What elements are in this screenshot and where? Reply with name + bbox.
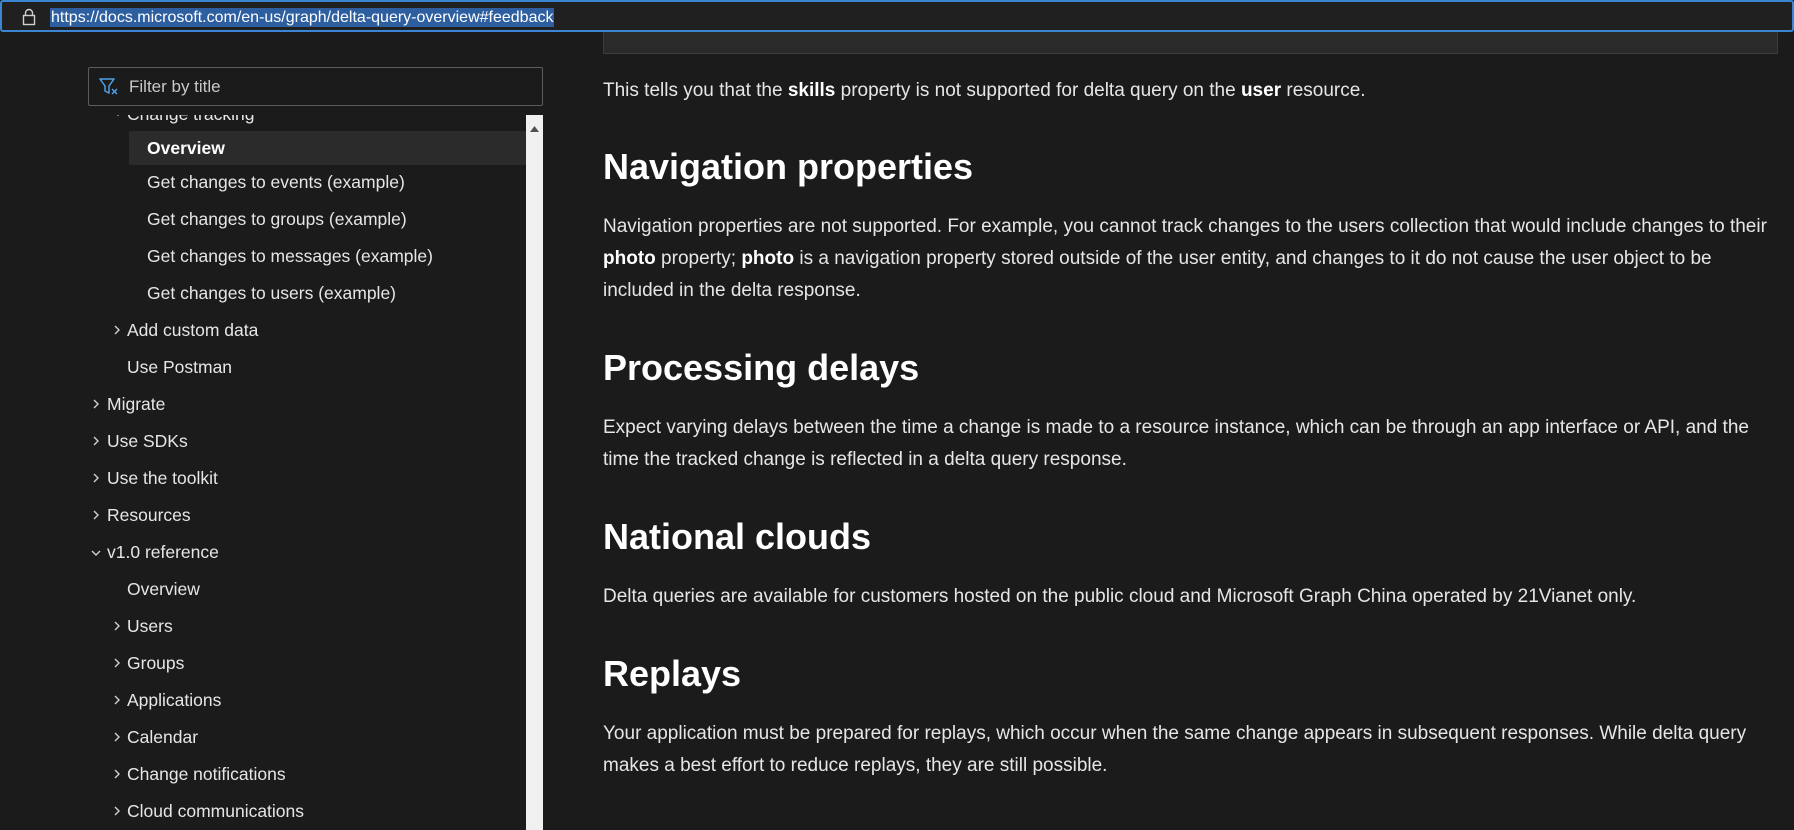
chevron-right-icon <box>113 313 125 347</box>
chevron-right-icon <box>92 387 104 421</box>
chevron-right-icon <box>92 461 104 495</box>
toc-item-label: Change notifications <box>127 764 286 784</box>
toc-item-change-tracking[interactable]: Change tracking <box>88 115 526 131</box>
toc-item-label: Use the toolkit <box>107 468 218 488</box>
toc-item-label: Get changes to messages (example) <box>147 246 433 266</box>
toc-item-resources[interactable]: Resources <box>88 498 526 532</box>
toc-item-label: Get changes to events (example) <box>147 172 405 192</box>
chevron-down-icon <box>113 115 125 131</box>
toc-scrollbar[interactable] <box>526 115 543 830</box>
toc-item-label: Groups <box>127 653 185 673</box>
toc-item-label: Use SDKs <box>107 431 188 451</box>
toc-item-users[interactable]: Users <box>88 609 526 643</box>
heading-national-clouds: National clouds <box>603 516 872 557</box>
chevron-right-icon <box>113 683 125 717</box>
toc-item-label: Get changes to users (example) <box>147 283 397 303</box>
chevron-right-icon <box>113 646 125 680</box>
toc-item-label: Applications <box>127 690 222 710</box>
toc-item-add-custom-data[interactable]: Add custom data <box>88 313 526 347</box>
lock-icon <box>22 8 36 26</box>
toc-item-use-toolkit[interactable]: Use the toolkit <box>88 461 526 495</box>
article-content: This tells you that the skills property … <box>603 32 1783 830</box>
toc-list: Change tracking Overview Get changes to … <box>88 115 526 830</box>
toc-item-label: Change tracking <box>127 115 254 131</box>
toc-item-use-sdks[interactable]: Use SDKs <box>88 424 526 458</box>
heading-replays: Replays <box>603 653 742 694</box>
replays-paragraph: Your application must be prepared for re… <box>603 723 1747 776</box>
left-nav: Change tracking Overview Get changes to … <box>0 32 545 830</box>
chevron-down-icon <box>91 535 103 569</box>
chevron-right-icon <box>113 609 125 643</box>
chevron-right-icon <box>92 424 104 458</box>
intro-paragraph: This tells you that the skills property … <box>603 80 1366 101</box>
toc-item-label: Get changes to groups (example) <box>147 209 407 229</box>
heading-navigation-properties: Navigation properties <box>603 146 974 187</box>
filter-box[interactable] <box>88 67 543 106</box>
code-block <box>603 32 1778 54</box>
toc-item-label: Resources <box>107 505 191 525</box>
processing-delays-paragraph: Expect varying delays between the time a… <box>603 417 1749 470</box>
scroll-up-arrow-icon[interactable] <box>530 119 539 137</box>
toc-item-cloud-communications[interactable]: Cloud communications <box>88 794 526 828</box>
chevron-right-icon <box>113 720 125 754</box>
national-clouds-paragraph: Delta queries are available for customer… <box>603 586 1637 607</box>
toc-item-groups[interactable]: Groups <box>88 646 526 680</box>
toc-item-use-postman[interactable]: Use Postman <box>88 350 526 384</box>
navigation-properties-paragraph: Navigation properties are not supported.… <box>603 216 1767 301</box>
chevron-right-icon <box>92 498 104 532</box>
toc-item-applications[interactable]: Applications <box>88 683 526 717</box>
toc-item-groups-example[interactable]: Get changes to groups (example) <box>88 202 526 236</box>
chevron-right-icon <box>113 757 125 791</box>
toc-item-label: v1.0 reference <box>107 542 219 562</box>
toc-item-label: Overview <box>127 579 200 599</box>
toc-item-users-example[interactable]: Get changes to users (example) <box>88 276 526 310</box>
toc-item-label: Cloud communications <box>127 801 305 821</box>
toc-item-label: Add custom data <box>127 320 259 340</box>
heading-processing-delays: Processing delays <box>603 347 920 388</box>
toc-item-migrate[interactable]: Migrate <box>88 387 526 421</box>
toc-item-label: Overview <box>147 138 225 158</box>
toc-item-events-example[interactable]: Get changes to events (example) <box>88 165 526 199</box>
chevron-right-icon <box>113 794 125 828</box>
address-bar[interactable]: https://docs.microsoft.com/en-us/graph/d… <box>0 0 1794 32</box>
toc-item-label: Calendar <box>127 727 199 747</box>
toc-item-change-notifications[interactable]: Change notifications <box>88 757 526 791</box>
toc-item-label: Users <box>127 616 173 636</box>
toc-item-label: Migrate <box>107 394 166 414</box>
toc-item-overview[interactable]: Overview <box>129 131 526 165</box>
toc-item-label: Use Postman <box>127 357 233 377</box>
filter-input[interactable] <box>129 68 529 105</box>
toc-item-reference-overview[interactable]: Overview <box>88 572 526 606</box>
filter-icon <box>99 78 118 96</box>
toc-item-calendar[interactable]: Calendar <box>88 720 526 754</box>
toc-item-v1-reference[interactable]: v1.0 reference <box>88 535 526 569</box>
url-text[interactable]: https://docs.microsoft.com/en-us/graph/d… <box>50 8 555 27</box>
toc-item-messages-example[interactable]: Get changes to messages (example) <box>88 239 526 273</box>
